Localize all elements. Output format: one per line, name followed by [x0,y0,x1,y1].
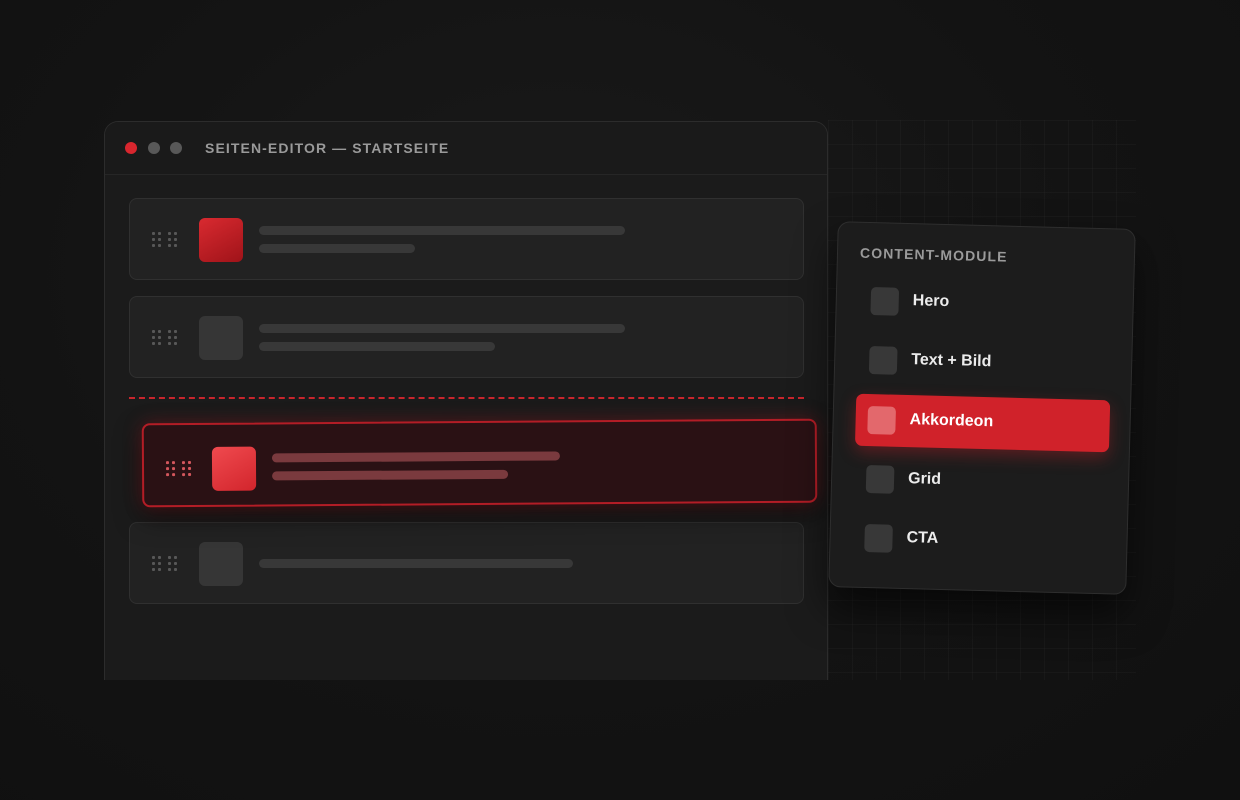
content-block-row[interactable] [129,296,804,378]
placeholder-line [272,469,509,481]
stage: SEITEN-EDITOR — STARTSEITE CONTENT-MODUL… [0,0,1240,800]
module-label: Hero [912,292,950,311]
module-icon [867,406,897,435]
content-block-row[interactable] [129,198,804,280]
module-icon [864,523,893,553]
module-label: CTA [906,529,939,547]
module-label: Grid [907,470,942,488]
title-bar: SEITEN-EDITOR — STARTSEITE [105,122,827,175]
module-text-bild[interactable]: Text + Bild [857,334,1112,393]
placeholder-line [259,226,625,235]
window-title: SEITEN-EDITOR — STARTSEITE [205,140,450,156]
content-module-panel: CONTENT-MODULE Hero Text + Bild Akkordeo… [828,221,1136,595]
drag-handle-icon[interactable] [152,232,180,248]
panel-title: CONTENT-MODULE [859,244,1008,265]
placeholder-line [259,559,573,568]
block-thumbnail [199,218,243,262]
drag-handle-icon[interactable] [165,461,194,477]
editor-window: SEITEN-EDITOR — STARTSEITE [104,121,828,680]
placeholder-line [259,342,495,351]
placeholder-line [271,451,560,463]
block-thumbnail [199,316,243,360]
drag-handle-icon[interactable] [152,556,180,572]
module-label: Akkordeon [909,411,994,431]
module-cta[interactable]: CTA [852,512,1107,571]
module-hero[interactable]: Hero [858,275,1113,334]
maximize-window-button[interactable] [170,142,182,154]
drop-indicator [129,397,804,399]
module-icon [865,464,895,494]
placeholder-line [259,324,625,333]
placeholder-line [259,244,415,253]
drag-handle-icon[interactable] [152,330,180,346]
minimize-window-button[interactable] [148,142,160,154]
content-block-row[interactable] [129,522,804,604]
block-thumbnail [211,446,257,491]
block-thumbnail [199,542,243,586]
module-grid[interactable]: Grid [853,453,1108,512]
module-label: Text + Bild [911,351,992,371]
module-icon [870,287,900,316]
dragged-content-block[interactable] [141,418,818,508]
close-window-button[interactable] [125,142,137,154]
module-akkordeon[interactable]: Akkordeon [854,393,1111,453]
module-icon [868,346,898,375]
